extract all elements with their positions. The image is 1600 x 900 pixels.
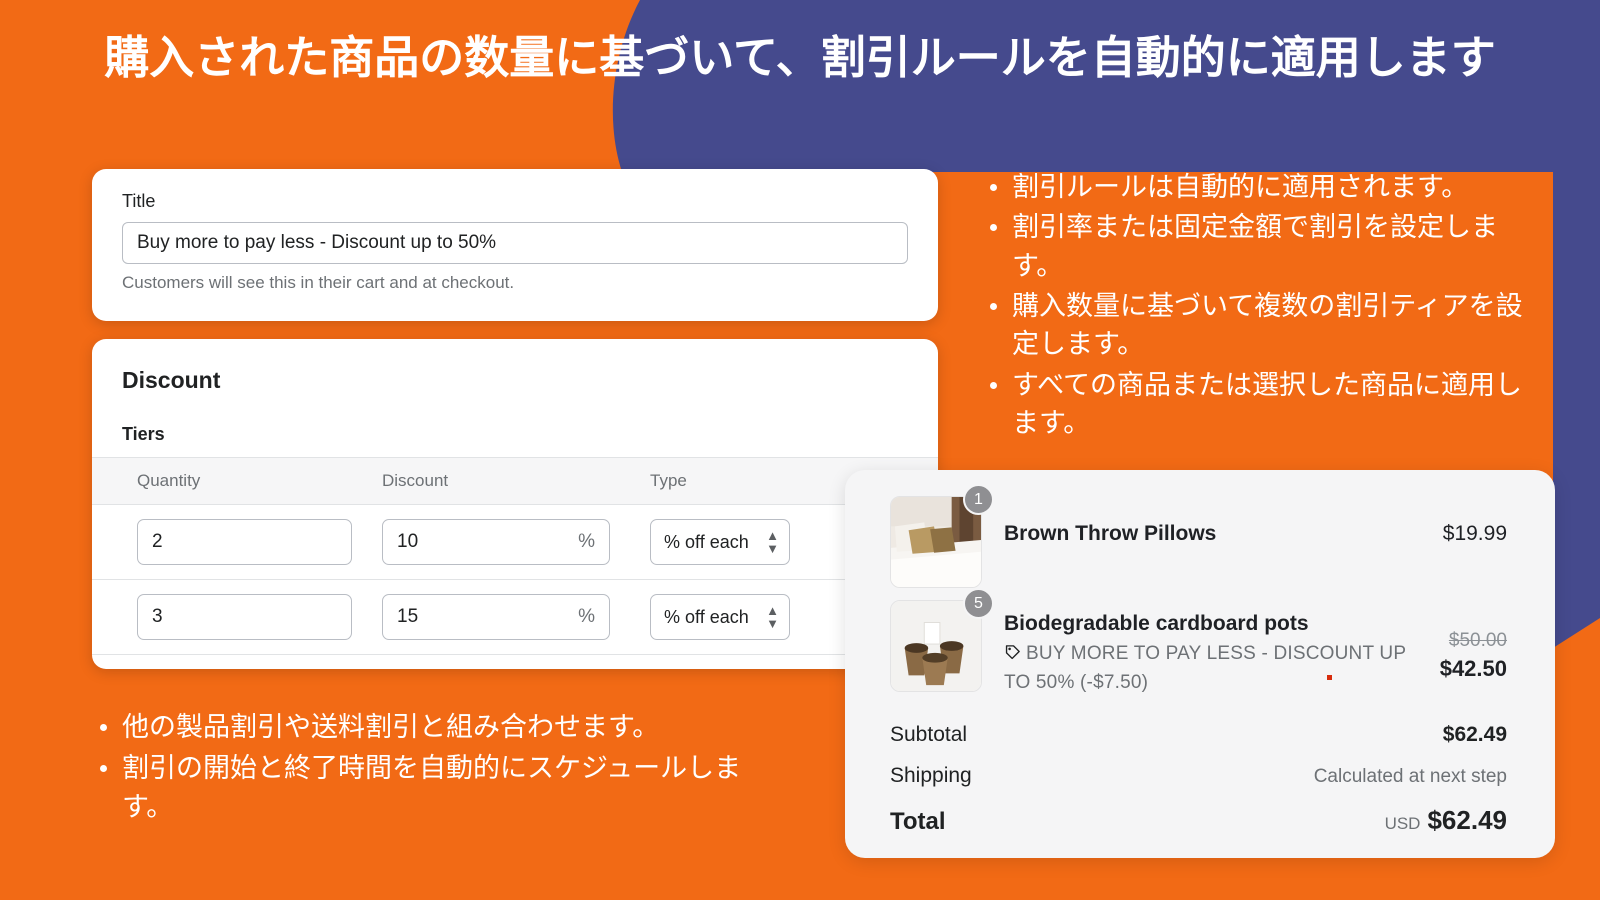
list-item: 割引率または固定金額で割引を設定します。 — [980, 208, 1540, 285]
percent-suffix: % — [578, 531, 595, 552]
subtotal-value: $62.49 — [1442, 722, 1507, 746]
tier-discount-cell: 15 % — [362, 594, 632, 640]
title-input-value: Buy more to pay less - Discount up to 50… — [137, 232, 497, 253]
tier-quantity-cell: 3 — [92, 594, 362, 640]
currency-code: USD — [1384, 813, 1421, 833]
product-name: Brown Throw Pillows — [1004, 522, 1217, 545]
title-help-text: Customers will see this in their cart an… — [122, 273, 515, 292]
tier-quantity-value: 2 — [152, 531, 163, 552]
product-thumbnail-wrap: 1 — [890, 484, 994, 588]
cart-totals: Subtotal $62.49 Shipping Calculated at n… — [890, 723, 1507, 836]
subtotal-row: Subtotal $62.49 — [890, 723, 1507, 747]
shipping-label: Shipping — [890, 763, 972, 787]
total-value: $62.49 — [1427, 804, 1507, 835]
quantity-badge: 1 — [963, 484, 994, 515]
applied-discount-text: BUY MORE TO PAY LESS - DISCOUNT UP TO 50… — [1004, 641, 1426, 697]
percent-suffix: % — [578, 606, 595, 627]
cart-line-item: 5 Biodegradable cardboard pots BUY MORE … — [890, 588, 1507, 697]
page-title: 購入された商品の数量に基づいて、割引ルールを自動的に適用します — [104, 32, 1496, 83]
product-thumbnail-wrap: 5 — [890, 588, 994, 692]
column-header-discount: Discount — [382, 471, 449, 490]
title-field-label: Title — [122, 191, 156, 211]
table-row: 2 10 % % off each ▲ ▼ — [92, 505, 938, 580]
quantity-badge: 5 — [963, 588, 994, 619]
chevron-updown-icon: ▲ ▼ — [766, 528, 779, 556]
discount-card: Discount Tiers Quantity Discount Type 2 — [92, 339, 938, 669]
tier-type-cell: % off each ▲ ▼ — [632, 519, 862, 565]
table-row: 3 15 % % off each ▲ ▼ — [92, 580, 938, 655]
cart-item-details: Brown Throw Pillows — [1004, 496, 1443, 546]
product-price-original: $50.00 — [1448, 630, 1507, 651]
title-input[interactable]: Buy more to pay less - Discount up to 50… — [122, 222, 908, 264]
tier-discount-value: 10 — [397, 531, 419, 552]
red-marker-dot — [1327, 675, 1332, 680]
tier-quantity-input[interactable]: 3 — [137, 594, 352, 640]
product-price-discounted: $42.50 — [1439, 656, 1507, 681]
tier-discount-input[interactable]: 15 % — [382, 594, 610, 640]
tier-quantity-input[interactable]: 2 — [137, 519, 352, 565]
subtotal-label: Subtotal — [890, 722, 968, 746]
product-price: $19.99 — [1442, 522, 1507, 545]
chevron-updown-icon: ▲ ▼ — [766, 603, 779, 631]
tier-quantity-value: 3 — [152, 606, 163, 627]
shipping-value: Calculated at next step — [1313, 765, 1507, 787]
cart-line-item: 1 Brown Throw Pillows $19.99 — [890, 484, 1507, 588]
product-name: Biodegradable cardboard pots — [1004, 612, 1309, 635]
tier-type-value: % off each — [664, 531, 749, 552]
total-label: Total — [890, 807, 946, 835]
admin-screenshot-group: Title Buy more to pay less - Discount up… — [78, 165, 940, 669]
tier-quantity-cell: 2 — [92, 519, 362, 565]
tier-discount-input[interactable]: 10 % — [382, 519, 610, 565]
list-item: 購入数量に基づいて複数の割引ティアを設定します。 — [980, 287, 1540, 364]
tiers-label: Tiers — [122, 424, 165, 444]
list-item: すべての商品または選択した商品に適用します。 — [980, 366, 1540, 443]
applied-discount-label: BUY MORE TO PAY LESS - DISCOUNT UP TO 50… — [1004, 643, 1406, 693]
cart-item-details: Biodegradable cardboard pots BUY MORE TO… — [1004, 600, 1440, 697]
tier-discount-cell: 10 % — [362, 519, 632, 565]
cart-item-price: $50.00 $42.50 — [1440, 600, 1507, 682]
tier-type-select[interactable]: % off each ▲ ▼ — [650, 594, 790, 640]
cart-summary-panel: 1 Brown Throw Pillows $19.99 5 Biodegrad… — [845, 470, 1555, 858]
discount-card-heading: Discount — [122, 367, 221, 393]
slide-canvas: 購入された商品の数量に基づいて、割引ルールを自動的に適用します Title Bu… — [0, 0, 1600, 900]
feature-list-right: 割引ルールは自動的に適用されます。 割引率または固定金額で割引を設定します。 購… — [980, 168, 1540, 444]
list-item: 割引ルールは自動的に適用されます。 — [980, 168, 1540, 206]
feature-list-bottom: 他の製品割引や送料割引と組み合わせます。 割引の開始と終了時間を自動的にスケジュ… — [90, 708, 790, 829]
tier-type-value: % off each — [664, 606, 749, 627]
cart-item-price: $19.99 — [1443, 496, 1507, 546]
tier-discount-value: 15 — [397, 606, 419, 627]
column-header-quantity: Quantity — [137, 471, 201, 490]
list-item: 割引の開始と終了時間を自動的にスケジュールします。 — [90, 749, 790, 827]
shipping-row: Shipping Calculated at next step — [890, 764, 1507, 788]
total-value-wrap: USD $62.49 — [1385, 805, 1507, 836]
total-row: Total USD $62.49 — [890, 805, 1507, 836]
list-item: 他の製品割引や送料割引と組み合わせます。 — [90, 708, 790, 747]
tiers-table-header: Quantity Discount Type — [92, 457, 938, 505]
tag-icon — [1004, 643, 1021, 670]
tiers-table: Quantity Discount Type 2 10 % % off each… — [92, 457, 938, 655]
tier-type-select[interactable]: % off each ▲ ▼ — [650, 519, 790, 565]
tier-type-cell: % off each ▲ ▼ — [632, 594, 862, 640]
title-card: Title Buy more to pay less - Discount up… — [92, 169, 938, 321]
column-header-type: Type — [650, 471, 687, 490]
